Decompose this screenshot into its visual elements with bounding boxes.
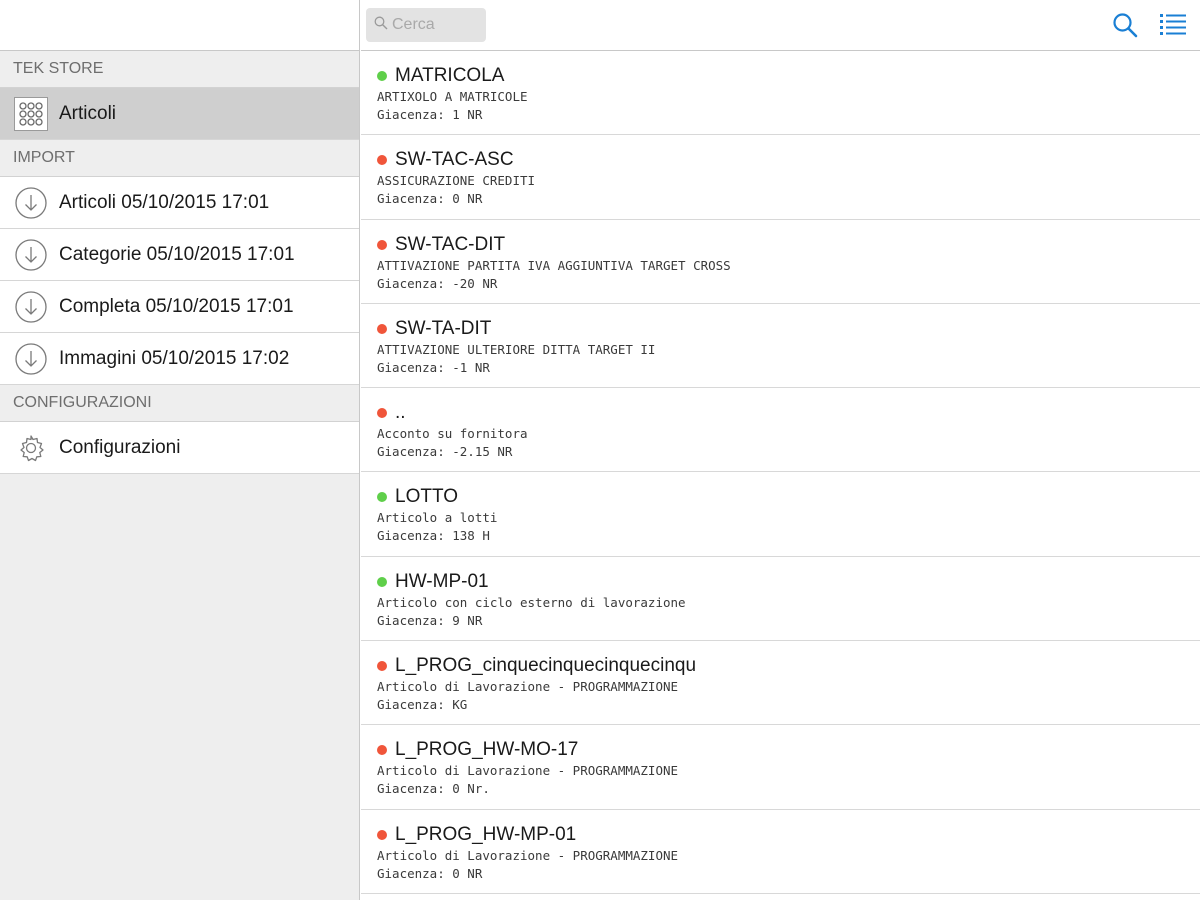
list-item[interactable]: SW-TA-DIT ATTIVAZIONE ULTERIORE DITTA TA…: [361, 304, 1200, 389]
status-dot: [377, 408, 387, 419]
top-toolbar: [361, 0, 1200, 51]
sidebar-item-label: Immagini 05/10/2015 17:02: [59, 347, 290, 369]
list-item[interactable]: L_PROG_HW-MO-17 Articolo di Lavorazione …: [361, 725, 1200, 810]
article-code: L_PROG_HW-MP-01: [395, 823, 577, 845]
section-header-tek-store: TEK STORE: [0, 51, 359, 88]
article-list-pane: MATRICOLA ARTIXOLO A MATRICOLE Giacenza:…: [361, 0, 1200, 900]
sidebar-item-label: Categorie 05/10/2015 17:01: [59, 243, 295, 265]
article-code: SW-TAC-ASC: [395, 149, 514, 171]
sidebar-item-articoli[interactable]: Articoli: [0, 88, 359, 140]
article-description: Articolo di Lavorazione - PROGRAMMAZIONE: [377, 679, 679, 695]
status-dot: [377, 323, 387, 334]
list-item[interactable]: LOTTO Articolo a lotti Giacenza: 138 H: [361, 472, 1200, 557]
article-description: Acconto su fornitora: [377, 426, 528, 442]
sidebar: TEK STORE Articoli IMPORT Articoli 05/10…: [0, 0, 360, 900]
download-circle-icon: [13, 289, 49, 325]
article-description: ATTIVAZIONE ULTERIORE DITTA TARGET II: [377, 341, 656, 357]
article-stock: Giacenza: 1 NR: [377, 107, 483, 122]
sidebar-item-label: Configurazioni: [59, 436, 181, 458]
sidebar-item-label: Completa 05/10/2015 17:01: [59, 295, 294, 317]
status-dot: [377, 71, 387, 81]
article-stock: Giacenza: -1 NR: [377, 359, 490, 375]
sidebar-item-configurazioni[interactable]: Configurazioni: [0, 422, 359, 474]
article-description: Articolo di Lavorazione - PROGRAMMAZIONE: [377, 763, 679, 779]
list-item[interactable]: HW-MP-01 Articolo con ciclo esterno di l…: [361, 557, 1200, 642]
article-stock: Giacenza: 0 NR: [377, 191, 483, 207]
status-dot: [377, 745, 387, 756]
list-item[interactable]: .. Acconto su fornitora Giacenza: -2.15 …: [361, 388, 1200, 473]
download-circle-icon: [13, 237, 49, 273]
article-stock: Giacenza: 0 Nr.: [377, 781, 490, 797]
article-code: HW-MP-01: [395, 570, 489, 592]
search-box[interactable]: [366, 8, 486, 42]
search-icon[interactable]: [1110, 10, 1140, 40]
status-dot: [377, 155, 387, 166]
article-description: ATTIVAZIONE PARTITA IVA AGGIUNTIVA TARGE…: [377, 257, 731, 273]
article-stock: Giacenza: -2.15 NR: [377, 444, 513, 460]
article-code: MATRICOLA: [395, 65, 505, 86]
status-dot: [377, 492, 387, 503]
list-item[interactable]: MATRICOLA ARTIXOLO A MATRICOLE Giacenza:…: [361, 51, 1200, 136]
article-stock: Giacenza: 9 NR: [377, 612, 483, 628]
status-dot: [377, 239, 387, 250]
gear-icon: [13, 430, 49, 466]
sidebar-item-import-articoli[interactable]: Articoli 05/10/2015 17:01: [0, 177, 359, 229]
list-item[interactable]: SW-TAC-DIT ATTIVAZIONE PARTITA IVA AGGIU…: [361, 220, 1200, 304]
article-code: L_PROG_cinquecinquecinquecinqu: [395, 655, 697, 677]
sidebar-item-import-immagini[interactable]: Immagini 05/10/2015 17:02: [0, 333, 359, 385]
search-input[interactable]: [392, 16, 482, 34]
article-description: Articolo con ciclo esterno di lavorazion…: [377, 594, 686, 610]
toolbar-actions: [1110, 10, 1188, 40]
sidebar-item-import-completa[interactable]: Completa 05/10/2015 17:01: [0, 281, 359, 333]
article-code: ..: [395, 402, 406, 424]
article-description: ARTIXOLO A MATRICOLE: [377, 89, 528, 104]
status-dot: [377, 576, 387, 587]
article-code: LOTTO: [395, 486, 458, 508]
list-item[interactable]: SW-TAC-ASC ASSICURAZIONE CREDITI Giacenz…: [361, 135, 1200, 220]
sidebar-item-label: Articoli 05/10/2015 17:01: [59, 191, 270, 213]
list-item[interactable]: L_PROG_cinquecinquecinquecinqu Articolo …: [361, 641, 1200, 726]
article-code: SW-TA-DIT: [395, 317, 492, 339]
sidebar-item-label: Articoli: [59, 102, 117, 124]
list-icon[interactable]: [1158, 10, 1188, 40]
sidebar-item-import-categorie[interactable]: Categorie 05/10/2015 17:01: [0, 229, 359, 281]
article-stock: Giacenza: KG: [377, 697, 468, 713]
article-stock: Giacenza: 138 H: [377, 528, 490, 544]
section-header-configurazioni: CONFIGURAZIONI: [0, 385, 359, 422]
section-header-import: IMPORT: [0, 140, 359, 177]
status-dot: [377, 829, 387, 840]
download-circle-icon: [13, 341, 49, 377]
grid-icon: [13, 96, 49, 132]
article-code: SW-TAC-DIT: [395, 233, 506, 255]
status-dot: [377, 661, 387, 672]
sidebar-top-bar: [0, 0, 359, 51]
article-description: Articolo di Lavorazione - PROGRAMMAZIONE: [377, 847, 679, 863]
article-stock: Giacenza: 0 NR: [377, 865, 483, 881]
list-item[interactable]: L_PROG_HW-MP-01 Articolo di Lavorazione …: [361, 810, 1200, 894]
article-description: ASSICURAZIONE CREDITI: [377, 173, 536, 189]
article-stock: Giacenza: -20 NR: [377, 275, 498, 291]
search-small-icon: [374, 16, 388, 35]
article-description: Articolo a lotti: [377, 510, 498, 526]
article-list: MATRICOLA ARTIXOLO A MATRICOLE Giacenza:…: [361, 51, 1200, 894]
article-code: L_PROG_HW-MO-17: [395, 739, 579, 761]
download-circle-icon: [13, 185, 49, 221]
